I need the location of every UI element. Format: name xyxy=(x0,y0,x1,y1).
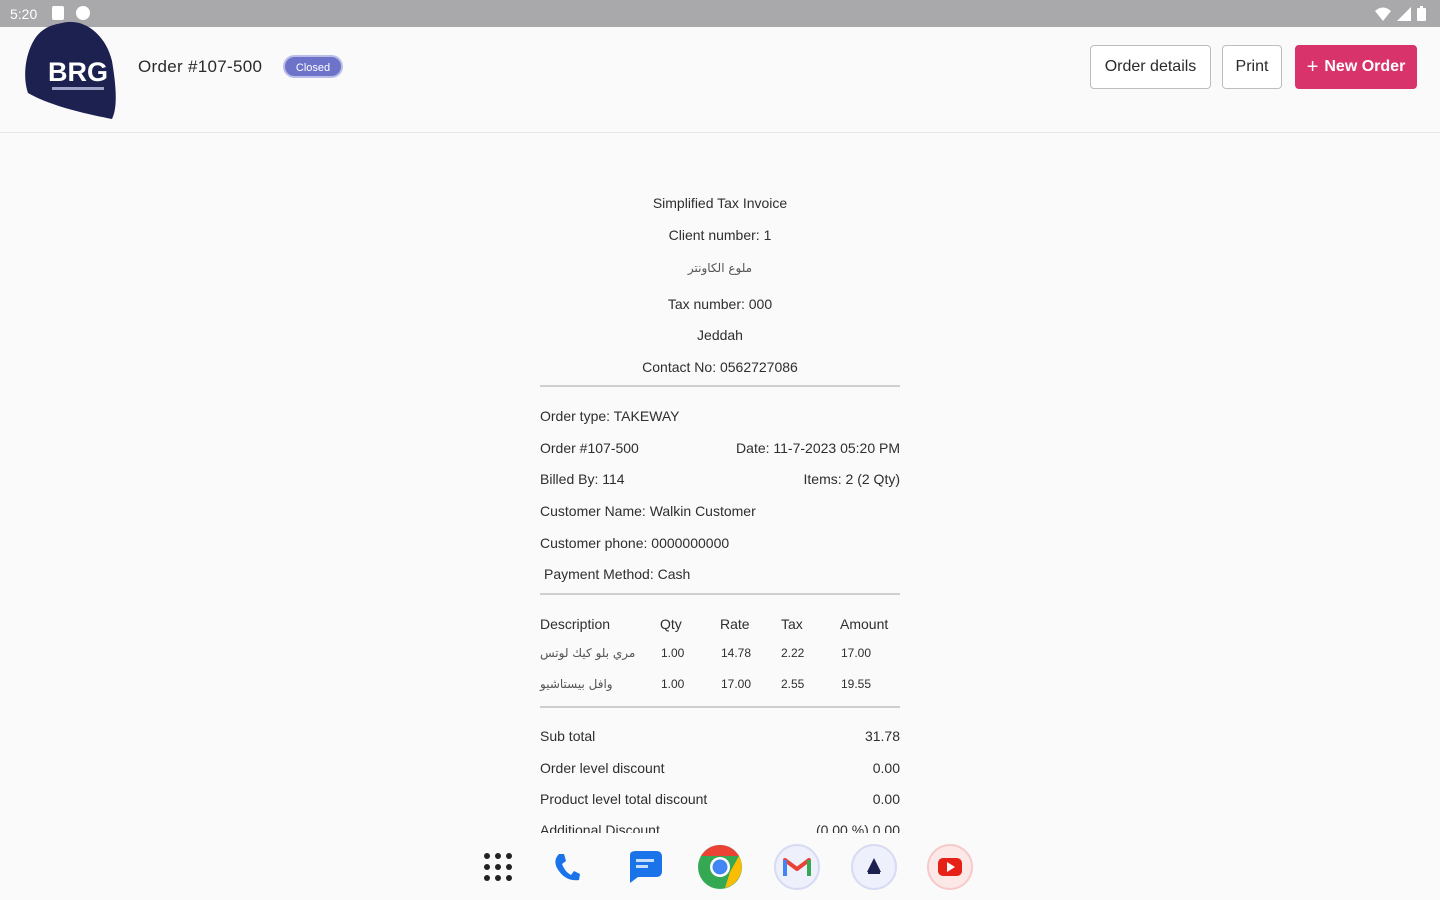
item-amount: 17.00 xyxy=(841,646,872,660)
customer-phone: Customer phone: 0000000000 xyxy=(540,535,730,551)
order-details-button[interactable]: Order details xyxy=(1090,45,1211,89)
client-number: Client number: 1 xyxy=(668,227,772,243)
divider xyxy=(540,706,900,708)
item-description: مري بلو كيك لوتس xyxy=(540,646,636,660)
signal-icon xyxy=(1397,6,1411,21)
tax-number: Tax number: 000 xyxy=(667,296,773,312)
order-date: Date: 11-7-2023 05:20 PM xyxy=(736,440,900,456)
shop-name-arabic: ملوع الكاونتر xyxy=(687,261,753,275)
item-tax: 2.22 xyxy=(781,646,805,660)
contact-number: Contact No: 0562727086 xyxy=(642,359,798,375)
gmail-icon[interactable] xyxy=(773,843,821,891)
item-tax: 2.55 xyxy=(781,677,805,691)
order-type: Order type: TAKEWAY xyxy=(540,408,680,424)
payment-method: Payment Method: Cash xyxy=(544,566,691,582)
city: Jeddah xyxy=(697,327,743,343)
col-description: Description xyxy=(540,616,611,632)
total-label: Product level total discount xyxy=(540,791,708,807)
messages-icon[interactable] xyxy=(620,843,668,891)
new-order-label: New Order xyxy=(1324,58,1406,75)
total-value: 0.00 xyxy=(872,760,900,776)
item-description: وافل بيستاشيو xyxy=(540,677,613,691)
col-rate: Rate xyxy=(720,616,750,632)
app-icon[interactable] xyxy=(850,843,898,891)
total-value: 31.78 xyxy=(864,728,900,744)
page-title: Order #107-500 xyxy=(138,57,263,76)
new-order-button[interactable]: + New Order xyxy=(1295,45,1417,89)
top-app-bar: BRG Order #107-500 Closed Order details … xyxy=(0,21,1440,133)
order-number: Order #107-500 xyxy=(540,440,639,456)
item-rate: 14.78 xyxy=(721,646,752,660)
col-tax: Tax xyxy=(781,616,803,632)
print-button[interactable]: Print xyxy=(1222,45,1282,89)
status-bar: 5:20 xyxy=(0,0,1440,27)
customer-name: Customer Name: Walkin Customer xyxy=(540,503,756,519)
billed-by: Billed By: 114 xyxy=(540,471,625,487)
col-amount: Amount xyxy=(840,616,889,632)
item-rate: 17.00 xyxy=(721,677,752,691)
brand-logo-text: BRG xyxy=(48,57,108,87)
plus-icon: + xyxy=(1306,56,1319,78)
total-value: (0.00 %) 0.00 xyxy=(815,822,900,833)
chrome-icon[interactable] xyxy=(696,843,744,891)
invoice-title: Simplified Tax Invoice xyxy=(652,195,788,211)
total-row-additional-discount: Additional Discount (0.00 %) 0.00 xyxy=(540,822,900,833)
col-qty: Qty xyxy=(660,616,682,632)
wifi-icon xyxy=(1375,7,1391,21)
total-value: 0.00 xyxy=(872,791,900,807)
total-label: Additional Discount xyxy=(540,822,660,833)
system-icons xyxy=(1375,6,1426,21)
status-badge: Closed xyxy=(283,55,343,78)
apps-grid-icon[interactable] xyxy=(474,843,522,891)
items-count: Items: 2 (2 Qty) xyxy=(803,471,900,487)
item-qty: 1.00 xyxy=(661,646,685,660)
item-amount: 19.55 xyxy=(841,677,872,691)
phone-icon[interactable] xyxy=(543,843,591,891)
item-qty: 1.00 xyxy=(661,677,685,691)
total-label: Order level discount xyxy=(540,760,665,776)
divider xyxy=(540,385,900,387)
divider xyxy=(540,593,900,595)
youtube-icon[interactable] xyxy=(926,843,974,891)
total-label: Sub total xyxy=(540,728,596,744)
battery-icon xyxy=(1417,6,1426,21)
brand-logo[interactable]: BRG xyxy=(22,15,118,123)
